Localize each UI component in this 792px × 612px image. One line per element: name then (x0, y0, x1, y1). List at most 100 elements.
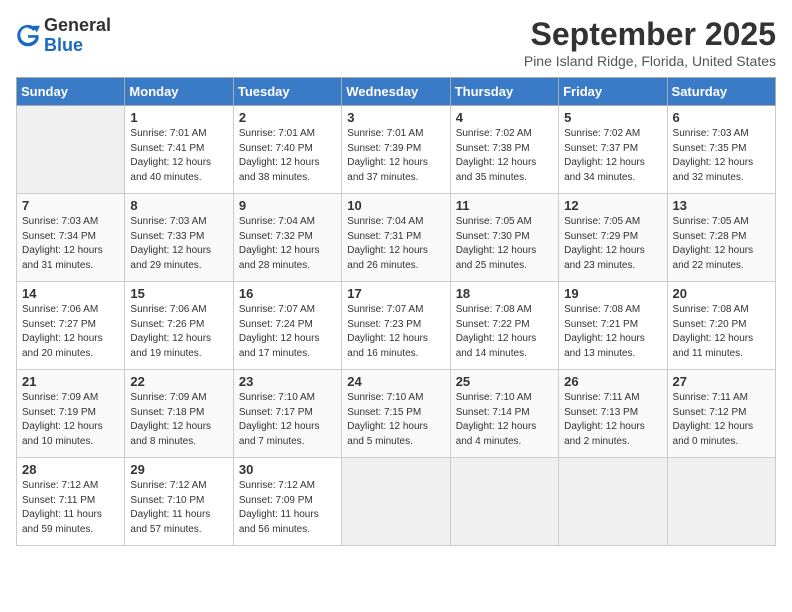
day-info: Sunrise: 7:03 AMSunset: 7:35 PMDaylight:… (673, 127, 770, 185)
day-number: 8 (130, 198, 227, 213)
day-info: Sunrise: 7:12 AMSunset: 7:09 PMDaylight:… (239, 479, 336, 537)
calendar-week-row: 1 Sunrise: 7:01 AMSunset: 7:41 PMDaylight… (17, 106, 776, 194)
day-info: Sunrise: 7:10 AMSunset: 7:14 PMDaylight:… (456, 391, 553, 449)
day-number: 25 (456, 374, 553, 389)
logo: General Blue (16, 16, 111, 56)
day-info: Sunrise: 7:10 AMSunset: 7:17 PMDaylight:… (239, 391, 336, 449)
table-row: 22 Sunrise: 7:09 AMSunset: 7:18 PMDayligh… (125, 370, 233, 458)
table-row: 19 Sunrise: 7:08 AMSunset: 7:21 PMDayligh… (559, 282, 667, 370)
day-number: 18 (456, 286, 553, 301)
day-info: Sunrise: 7:12 AMSunset: 7:11 PMDaylight:… (22, 479, 119, 537)
table-row: 10 Sunrise: 7:04 AMSunset: 7:31 PMDayligh… (342, 194, 450, 282)
day-info: Sunrise: 7:06 AMSunset: 7:27 PMDaylight:… (22, 303, 119, 361)
day-info: Sunrise: 7:01 AMSunset: 7:39 PMDaylight:… (347, 127, 444, 185)
table-row: 23 Sunrise: 7:10 AMSunset: 7:17 PMDayligh… (233, 370, 341, 458)
table-row: 12Sunrise: 7:05 AMSunset: 7:29 PMDayligh… (559, 194, 667, 282)
day-info: Sunrise: 7:09 AMSunset: 7:18 PMDaylight:… (130, 391, 227, 449)
day-info: Sunrise: 7:03 AMSunset: 7:34 PMDaylight:… (22, 215, 119, 273)
table-row: 8 Sunrise: 7:03 AMSunset: 7:33 PMDaylight… (125, 194, 233, 282)
table-row: 17 Sunrise: 7:07 AMSunset: 7:23 PMDayligh… (342, 282, 450, 370)
day-number: 5 (564, 110, 661, 125)
table-row: 20 Sunrise: 7:08 AMSunset: 7:20 PMDayligh… (667, 282, 775, 370)
day-info: Sunrise: 7:02 AMSunset: 7:37 PMDaylight:… (564, 127, 661, 185)
day-number: 13 (673, 198, 770, 213)
table-row (667, 458, 775, 546)
day-number: 27 (673, 374, 770, 389)
day-info: Sunrise: 7:11 AMSunset: 7:13 PMDaylight:… (564, 391, 661, 449)
day-info: Sunrise: 7:02 AMSunset: 7:38 PMDaylight:… (456, 127, 553, 185)
table-row: 13 Sunrise: 7:05 AMSunset: 7:28 PMDayligh… (667, 194, 775, 282)
day-info: Sunrise: 7:05 AMSunset: 7:28 PMDaylight:… (673, 215, 770, 273)
title-block: September 2025 Pine Island Ridge, Florid… (524, 16, 776, 69)
table-row: 26 Sunrise: 7:11 AMSunset: 7:13 PMDayligh… (559, 370, 667, 458)
day-number: 20 (673, 286, 770, 301)
weekday-header-row: Sunday Monday Tuesday Wednesday Thursday… (17, 78, 776, 106)
day-number: 28 (22, 462, 119, 477)
day-info: Sunrise: 7:01 AMSunset: 7:40 PMDaylight:… (239, 127, 336, 185)
header-thursday: Thursday (450, 78, 558, 106)
month-title: September 2025 (524, 16, 776, 53)
header-wednesday: Wednesday (342, 78, 450, 106)
table-row: 15 Sunrise: 7:06 AMSunset: 7:26 PMDayligh… (125, 282, 233, 370)
day-number: 11 (456, 198, 553, 213)
table-row: 16Sunrise: 7:07 AMSunset: 7:24 PMDayligh… (233, 282, 341, 370)
calendar-week-row: 21Sunrise: 7:09 AMSunset: 7:19 PMDayligh… (17, 370, 776, 458)
table-row: 7 Sunrise: 7:03 AMSunset: 7:34 PMDaylight… (17, 194, 125, 282)
calendar-week-row: 14Sunrise: 7:06 AMSunset: 7:27 PMDayligh… (17, 282, 776, 370)
day-info: Sunrise: 7:08 AMSunset: 7:21 PMDaylight:… (564, 303, 661, 361)
table-row: 25 Sunrise: 7:10 AMSunset: 7:14 PMDayligh… (450, 370, 558, 458)
day-number: 26 (564, 374, 661, 389)
day-number: 29 (130, 462, 227, 477)
day-number: 15 (130, 286, 227, 301)
day-number: 4 (456, 110, 553, 125)
logo-general-text: General (44, 15, 111, 35)
day-info: Sunrise: 7:09 AMSunset: 7:19 PMDaylight:… (22, 391, 119, 449)
day-number: 24 (347, 374, 444, 389)
day-number: 9 (239, 198, 336, 213)
day-number: 17 (347, 286, 444, 301)
page-header: General Blue September 2025 Pine Island … (16, 16, 776, 69)
day-info: Sunrise: 7:10 AMSunset: 7:15 PMDaylight:… (347, 391, 444, 449)
day-info: Sunrise: 7:04 AMSunset: 7:32 PMDaylight:… (239, 215, 336, 273)
table-row (450, 458, 558, 546)
table-row: 5 Sunrise: 7:02 AMSunset: 7:37 PMDaylight… (559, 106, 667, 194)
day-info: Sunrise: 7:01 AMSunset: 7:41 PMDaylight:… (130, 127, 227, 185)
calendar-week-row: 7 Sunrise: 7:03 AMSunset: 7:34 PMDaylight… (17, 194, 776, 282)
day-number: 22 (130, 374, 227, 389)
table-row: 4 Sunrise: 7:02 AMSunset: 7:38 PMDaylight… (450, 106, 558, 194)
day-number: 1 (130, 110, 227, 125)
day-info: Sunrise: 7:03 AMSunset: 7:33 PMDaylight:… (130, 215, 227, 273)
header-monday: Monday (125, 78, 233, 106)
day-number: 10 (347, 198, 444, 213)
logo-blue-text: Blue (44, 35, 83, 55)
table-row: 2 Sunrise: 7:01 AMSunset: 7:40 PMDaylight… (233, 106, 341, 194)
day-info: Sunrise: 7:11 AMSunset: 7:12 PMDaylight:… (673, 391, 770, 449)
table-row: 3Sunrise: 7:01 AMSunset: 7:39 PMDaylight… (342, 106, 450, 194)
day-info: Sunrise: 7:04 AMSunset: 7:31 PMDaylight:… (347, 215, 444, 273)
table-row (559, 458, 667, 546)
calendar-table: Sunday Monday Tuesday Wednesday Thursday… (16, 77, 776, 546)
day-number: 19 (564, 286, 661, 301)
table-row: 27 Sunrise: 7:11 AMSunset: 7:12 PMDayligh… (667, 370, 775, 458)
day-info: Sunrise: 7:07 AMSunset: 7:23 PMDaylight:… (347, 303, 444, 361)
header-saturday: Saturday (667, 78, 775, 106)
day-number: 7 (22, 198, 119, 213)
logo-icon (16, 24, 40, 48)
day-number: 2 (239, 110, 336, 125)
day-info: Sunrise: 7:08 AMSunset: 7:20 PMDaylight:… (673, 303, 770, 361)
table-row: 28 Sunrise: 7:12 AMSunset: 7:11 PMDayligh… (17, 458, 125, 546)
day-info: Sunrise: 7:08 AMSunset: 7:22 PMDaylight:… (456, 303, 553, 361)
day-info: Sunrise: 7:05 AMSunset: 7:30 PMDaylight:… (456, 215, 553, 273)
table-row: 29Sunrise: 7:12 AMSunset: 7:10 PMDayligh… (125, 458, 233, 546)
table-row: 14Sunrise: 7:06 AMSunset: 7:27 PMDayligh… (17, 282, 125, 370)
table-row: 1 Sunrise: 7:01 AMSunset: 7:41 PMDaylight… (125, 106, 233, 194)
header-tuesday: Tuesday (233, 78, 341, 106)
table-row: 24 Sunrise: 7:10 AMSunset: 7:15 PMDayligh… (342, 370, 450, 458)
day-number: 23 (239, 374, 336, 389)
table-row: 18 Sunrise: 7:08 AMSunset: 7:22 PMDayligh… (450, 282, 558, 370)
table-row: 6Sunrise: 7:03 AMSunset: 7:35 PMDaylight… (667, 106, 775, 194)
day-info: Sunrise: 7:06 AMSunset: 7:26 PMDaylight:… (130, 303, 227, 361)
table-row (342, 458, 450, 546)
day-info: Sunrise: 7:05 AMSunset: 7:29 PMDaylight:… (564, 215, 661, 273)
table-row: 11 Sunrise: 7:05 AMSunset: 7:30 PMDayligh… (450, 194, 558, 282)
